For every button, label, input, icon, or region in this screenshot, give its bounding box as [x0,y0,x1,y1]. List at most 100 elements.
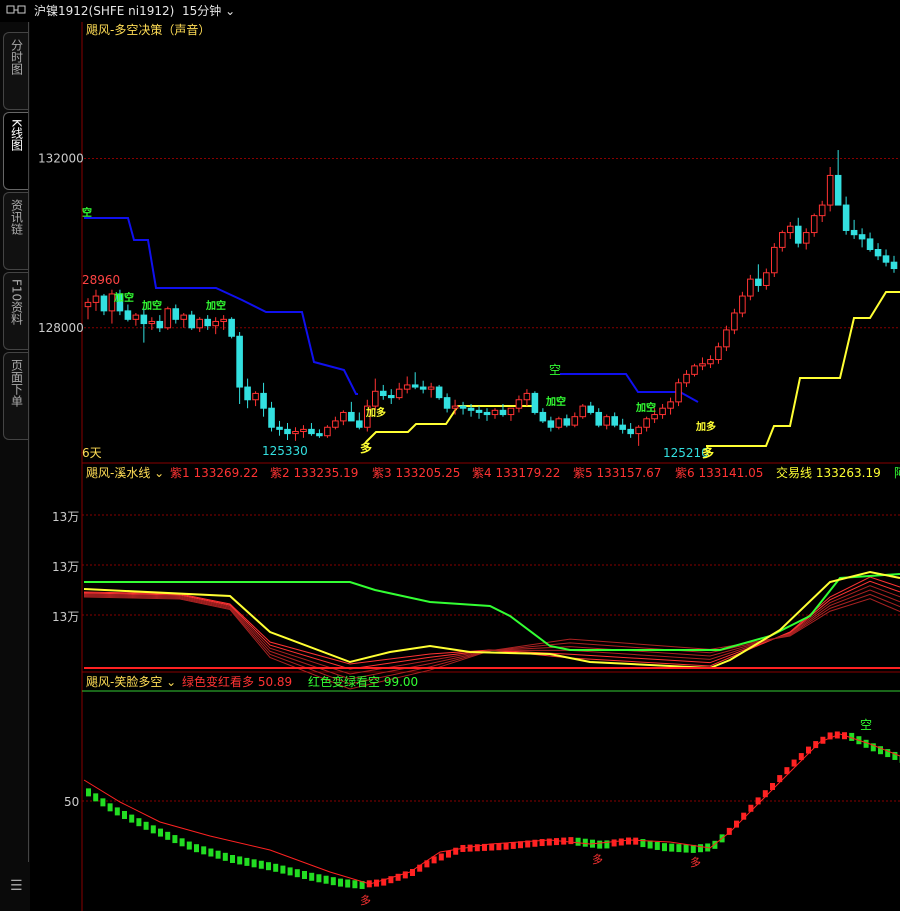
candle-up [212,320,219,327]
candle-up [220,318,227,322]
smiley-bar [122,811,127,819]
tab-kline[interactable]: K线图 [3,112,28,190]
candle-up [731,312,738,331]
tab-order[interactable]: 页面下单 [3,352,28,440]
candle-up [427,386,435,390]
candle-up [691,365,698,375]
candle-down [755,278,762,286]
candle-up [92,295,100,303]
candle-down [627,428,634,435]
smiley-bar [158,828,163,837]
candle-up [84,301,92,308]
candle-down [356,420,363,428]
panel3-title[interactable]: 飓风-笑脸多空 ⌄ [86,674,176,689]
legend-red-to-green: 红色变绿看空 99.00 [308,674,418,689]
candle-down [172,308,180,320]
smiley-bar [302,871,307,879]
candle-up [763,272,770,286]
smiley-bar [604,840,610,849]
smiley-bar [165,831,171,840]
candle-down [140,314,148,325]
candle-up [675,382,682,403]
smiley-bar [352,880,358,889]
candle-down [874,249,882,257]
candle-up [132,314,140,320]
symbol-selector[interactable]: 沪镍1912(SHFE ni1912) 15分钟 ⌄ [34,2,235,19]
candle-down [563,418,571,426]
smiley-bar [698,844,703,853]
candle-down [611,416,618,426]
candle-up [659,407,666,416]
signal-duo: 多 [592,852,603,866]
candle-down [443,397,451,409]
smiley-bar [244,857,250,866]
smiley-bar [172,835,178,844]
candle-up [324,426,331,437]
window-switch-icon[interactable] [6,5,26,15]
candle-up [747,278,754,297]
signal-kong: 空 [549,363,561,377]
candle-up [643,418,650,428]
candle-up [826,174,834,206]
panel3-title-text: 飓风-笑脸多空 [86,674,162,689]
smiley-bar [662,843,667,852]
candle-up [786,225,794,234]
signal-duo: 多 [360,440,372,455]
candle-down [244,386,251,401]
smiley-bar [179,838,185,847]
candle-up [148,320,156,325]
signal-duo: 多 [690,855,701,869]
panel2-title[interactable]: 飓风-溪水线 ⌄ [86,466,164,480]
smiley-bar [374,879,379,887]
candle-down [379,390,387,397]
candle-up [196,318,204,329]
candle-up [164,308,172,329]
candle-down [284,428,291,435]
candle-down [124,310,132,320]
candle-up [579,405,587,418]
signal-kong: 空 [82,206,92,219]
candle-up [715,346,722,361]
menu-icon[interactable]: ☰ [10,878,23,894]
tab-f10[interactable]: F10资料 [3,272,28,350]
smiley-bar [273,863,279,872]
legend-zi2: 紫2 133235.19 [270,466,358,480]
candle-up [523,392,531,401]
candle-up [723,329,730,348]
period-selector[interactable]: 15分钟 [182,4,221,18]
smiley-bar [489,843,495,851]
candle-down [531,392,539,413]
candle-up [340,411,347,422]
smiley-bar [287,867,293,876]
smiley-bar [554,838,559,846]
signal-jiaduo: 加多 [695,420,716,433]
smiley-bar [496,843,502,851]
smiley-bar [237,856,243,865]
tab-label: 资讯链 [9,199,24,235]
candle-down [204,318,211,327]
candle-up [802,232,810,244]
smiley-bar [626,837,631,845]
candle-up [603,416,611,426]
candle-down [483,411,491,416]
tab-news[interactable]: 资讯链 [3,192,28,270]
smiley-bar [503,842,509,850]
smiley-bar [438,853,444,861]
smiley-bar [251,859,257,868]
panel1-title[interactable]: 飓风-多空决策（声音） [86,22,210,37]
candle-down [858,234,866,240]
candle-up [771,246,778,274]
smiley-bar [280,865,286,874]
candle-down [260,392,267,409]
chevron-down-icon[interactable]: ⌄ [221,4,235,18]
tab-label: 分时图 [9,39,24,75]
price-axis-label: 132000 [38,152,84,166]
candle-up [371,390,379,407]
tab-timeshare[interactable]: 分时图 [3,32,28,110]
chart-area[interactable]: 飓风-多空决策（声音） 132000128000 28960 125330 12… [30,22,900,911]
candle-down [459,405,467,409]
legend-zi6: 紫6 133141.05 [675,466,763,480]
candle-up [707,359,714,365]
axis-label: 13万 [52,610,79,624]
title-bar: 沪镍1912(SHFE ni1912) 15分钟 ⌄ [0,0,900,23]
